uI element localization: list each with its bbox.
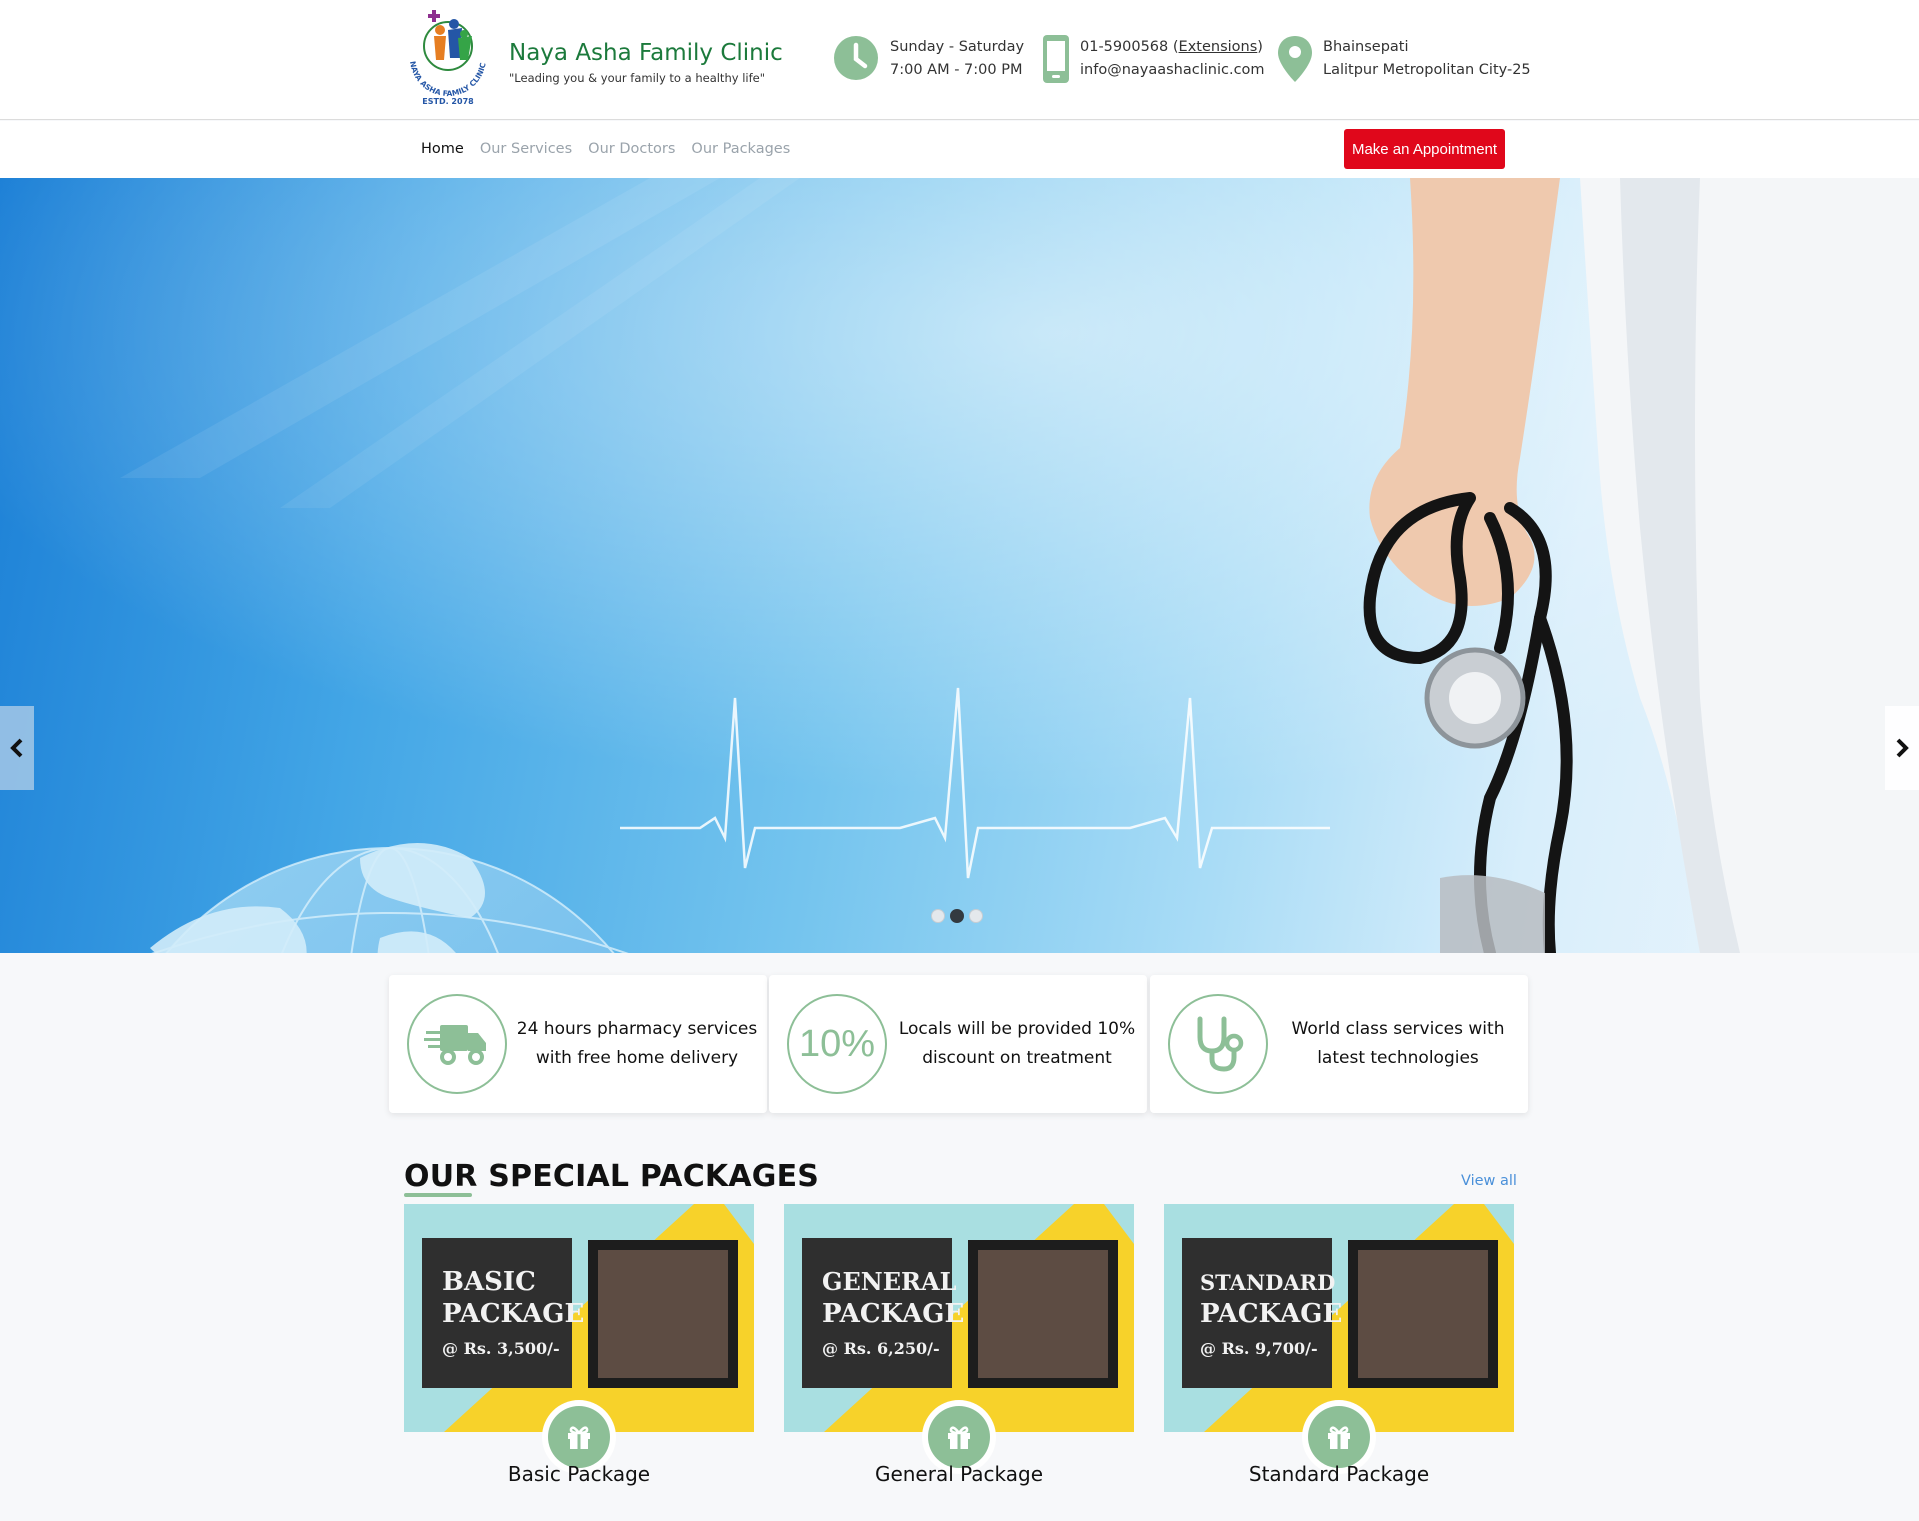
chevron-right-icon [1896,738,1909,758]
address-line2: Lalitpur Metropolitan City-25 [1323,62,1531,78]
feature-card-pharmacy: 24 hours pharmacy services with free home… [389,975,767,1113]
clock-icon [830,34,882,86]
package-card-standard[interactable]: STANDARD PACKAGE @ Rs. 9,700/- Standard … [1164,1204,1514,1494]
box-price: @ Rs. 3,500/- [442,1339,560,1358]
title-underline [404,1193,472,1197]
hours-days: Sunday - Saturday [890,39,1025,55]
gift-icon [568,1426,590,1449]
opening-hours: Sunday - Saturday 7:00 AM - 7:00 PM [830,34,1024,86]
nav-our-doctors[interactable]: Our Doctors [588,141,675,157]
carousel-dot-1[interactable] [931,909,945,923]
package-name[interactable]: General Package [784,1462,1134,1486]
box-label-line1: BASIC [442,1267,536,1297]
package-image[interactable]: STANDARD PACKAGE @ Rs. 9,700/- [1164,1204,1514,1432]
feature-text-line2: latest technologies [1317,1048,1479,1068]
packages-section-title: OUR SPECIAL PACKAGES [404,1159,820,1194]
box-label-line2: PACKAGE [442,1299,584,1329]
chevron-left-icon [10,738,23,758]
brand-name[interactable]: Naya Asha Family Clinic [509,40,783,66]
package-name[interactable]: Basic Package [404,1462,754,1486]
package-image[interactable]: GENERAL PACKAGE @ Rs. 6,250/- [784,1204,1134,1432]
box-price: @ Rs. 6,250/- [822,1339,940,1358]
hero-image [0,178,1919,953]
hours-time: 7:00 AM - 7:00 PM [890,62,1023,78]
nav-home[interactable]: Home [421,141,464,157]
stethoscope-icon [1168,994,1268,1094]
svg-text:NAYA ASHA FAMILY CLINIC: NAYA ASHA FAMILY CLINIC [408,60,488,98]
gift-icon [948,1426,970,1449]
package-name[interactable]: Standard Package [1164,1462,1514,1486]
feature-card-discount: 10% Locals will be provided 10% discount … [769,975,1147,1113]
nav-our-packages[interactable]: Our Packages [691,141,790,157]
package-card-general[interactable]: GENERAL PACKAGE @ Rs. 6,250/- General Pa… [784,1204,1134,1494]
email-link[interactable]: info@nayaashaclinic.com [1080,59,1265,82]
feature-text-line1: Locals will be provided 10% [898,1019,1136,1039]
feature-text-line1: 24 hours pharmacy services [516,1019,758,1039]
extensions-link[interactable]: Extensions [1179,39,1258,55]
mobile-phone-icon [1040,34,1072,86]
address-line1: Bhainsepati [1323,39,1409,55]
carousel-prev-button[interactable] [0,706,34,790]
box-label-line1: STANDARD [1200,1270,1335,1295]
contact-info: 01-5900568 (Extensions) info@nayaashacli… [1040,34,1265,86]
nav-our-services[interactable]: Our Services [480,141,572,157]
feature-text-line2: discount on treatment [922,1048,1112,1068]
carousel-indicators [931,909,983,923]
map-pin-icon [1275,34,1315,86]
address-info: Bhainsepati Lalitpur Metropolitan City-2… [1275,34,1531,86]
package-card-basic[interactable]: BASIC PACKAGE @ Rs. 3,500/- Basic Packag… [404,1204,754,1494]
main-nav: Home Our Services Our Doctors Our Packag… [0,121,1919,178]
clinic-logo[interactable]: NAYA ASHA FAMILY CLINIC ESTD. 2078 [398,8,498,108]
box-label-line1: GENERAL [822,1267,957,1296]
feature-text-line1: World class services with [1291,1019,1505,1039]
box-label-line2: PACKAGE [1200,1299,1342,1329]
feature-text-line2: with free home delivery [535,1048,739,1068]
gift-icon [1328,1426,1350,1449]
hero-carousel [0,178,1919,953]
logo-estd: ESTD. 2078 [422,97,474,106]
view-all-packages-link[interactable]: View all [1461,1173,1517,1189]
feature-card-technology: World class services with latest technolo… [1150,975,1528,1113]
box-label-line2: PACKAGE [822,1299,964,1329]
delivery-truck-icon [407,994,507,1094]
percent-icon: 10% [787,994,887,1094]
make-appointment-button[interactable]: Make an Appointment [1344,129,1505,169]
box-price: @ Rs. 9,700/- [1200,1339,1318,1358]
phone-number[interactable]: 01-5900568 [1080,39,1168,55]
brand-tagline: "Leading you & your family to a healthy … [509,71,765,85]
carousel-dot-3[interactable] [969,909,983,923]
carousel-dot-2[interactable] [950,909,964,923]
site-header: NAYA ASHA FAMILY CLINIC ESTD. 2078 Naya … [0,0,1919,120]
package-image[interactable]: BASIC PACKAGE @ Rs. 3,500/- [404,1204,754,1432]
carousel-next-button[interactable] [1885,706,1919,790]
